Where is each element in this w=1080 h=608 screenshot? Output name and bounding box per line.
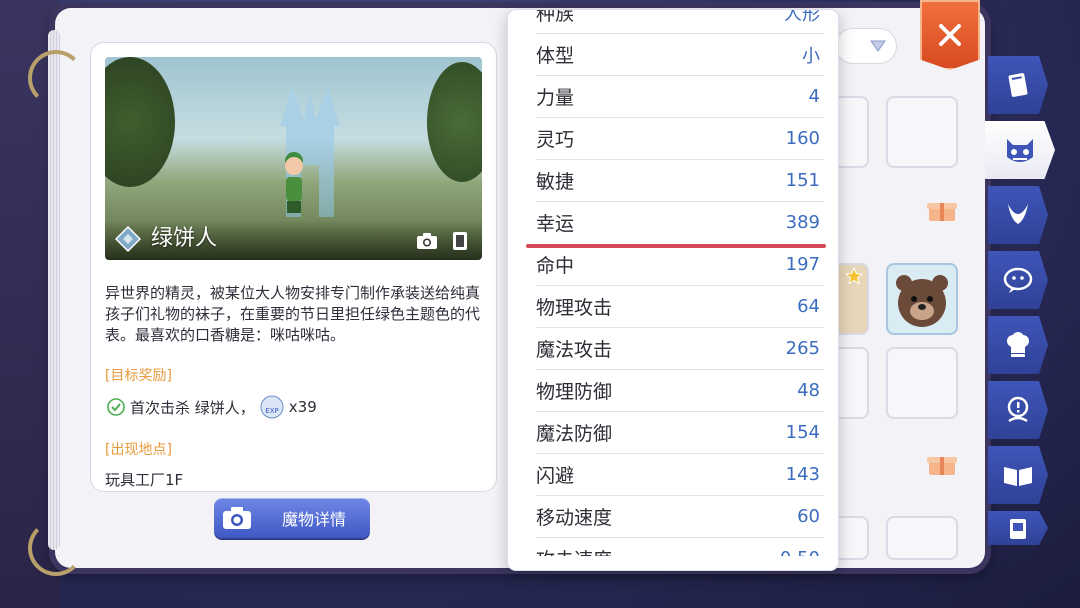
stat-row-size: 体型 小 [536,34,824,76]
reward-line: 首次击杀 绿饼人， EXP x39 [107,395,317,419]
map-pin-icon [1007,396,1029,423]
camera-icon [223,507,251,529]
gift-box-icon[interactable] [927,452,957,476]
stat-label: 命中 [536,255,575,277]
stat-value: 人形 [784,10,820,25]
panel-bottom-edge [508,556,838,570]
monster-detail-label: 魔物详情 [282,510,347,529]
bear-portrait-icon [896,275,948,327]
tab-book[interactable] [988,56,1048,114]
stat-label: 种族 [536,10,575,25]
stat-row-patk: 物理攻击 64 [536,286,824,328]
camera-icon[interactable] [416,232,438,250]
corner-ornament [28,520,84,576]
stat-label: 物理防御 [536,381,613,403]
stat-label: 魔法攻击 [536,339,613,361]
stat-label: 体型 [536,45,575,67]
reward-quantity: x39 [288,398,317,416]
stat-row-luk: 幸运 389 [536,202,824,243]
stat-row-pdef: 物理防御 48 [536,370,824,412]
stat-row-mdef: 魔法防御 154 [536,412,824,454]
stat-label: 力量 [536,87,575,109]
monster-detail-button[interactable]: 魔物详情 [214,498,370,538]
monster-preview-scene: 绿饼人 [105,57,482,260]
stat-value: 4 [808,86,820,107]
chevron-down-icon [870,40,886,52]
stat-row-agi: 敏捷 151 [536,160,824,202]
stat-row-flee: 闪避 143 [536,454,824,496]
monster-slot[interactable] [886,96,958,168]
reward-text: 首次击杀 绿饼人， [130,398,255,417]
stat-row-str: 力量 4 [536,76,824,118]
stat-value: 小 [802,45,820,67]
monster-slot[interactable] [886,516,958,560]
monster-info-card: 绿饼人 异世界的精灵，被某位大人物安排专门制作承装送给纯真孩子们礼物的袜子，在重… [90,42,497,492]
tab-quest[interactable] [988,381,1048,439]
stat-value: 154 [785,422,820,443]
stat-label: 移动速度 [536,507,613,529]
stat-label: 灵巧 [536,129,575,151]
stat-value: 265 [785,338,820,359]
stat-label: 闪避 [536,465,575,487]
stat-row-matk: 魔法攻击 265 [536,328,824,370]
card-icon [1010,519,1026,539]
book-icon [1008,73,1028,97]
stat-value: 64 [797,296,820,317]
horns-icon [1008,204,1028,224]
stat-label: 物理攻击 [536,297,613,319]
stat-row-dex: 灵巧 160 [536,118,824,160]
stat-label: 敏捷 [536,171,575,193]
tab-chat[interactable] [988,251,1048,309]
tab-codex[interactable] [988,446,1048,504]
open-book-icon [1004,467,1032,486]
stat-value: 197 [785,254,820,275]
stat-row-move-speed: 移动速度 60 [536,496,824,538]
monster-model [283,157,305,217]
stat-value: 143 [785,464,820,485]
stat-value: 151 [785,170,820,191]
stat-row-race: 种族 人形 [536,10,824,34]
star-icon [845,267,863,285]
scene-tree [427,62,482,182]
close-button[interactable] [920,0,980,70]
cat-face-icon [1007,139,1033,162]
monster-description: 异世界的精灵，被某位大人物安排专门制作承装送给纯真孩子们礼物的袜子，在重要的节日… [105,284,481,344]
gift-box-icon[interactable] [927,198,957,222]
book-page-edge [48,30,60,550]
reward-section-title: [目标奖励] [105,368,172,384]
stat-label: 魔法防御 [536,423,613,445]
exp-badge-label: EXP [265,407,278,415]
scene-tree [105,57,175,187]
stat-row-hit: 命中 197 [536,244,824,286]
monster-slot-bear[interactable] [886,263,958,335]
chef-hat-icon [1007,332,1029,357]
tab-monster[interactable] [985,121,1055,179]
card-icon[interactable] [452,231,468,251]
stat-value: 160 [785,128,820,149]
element-type-icon [115,226,141,252]
close-x-icon [939,24,961,46]
tab-horns[interactable] [988,186,1048,244]
chat-face-icon [1003,267,1033,293]
filter-dropdown[interactable] [835,28,897,64]
spawn-location: 玩具工厂1F [105,471,184,489]
corner-ornament [28,50,84,106]
monster-stats-panel[interactable]: 种族 人形 体型 小 力量 4 灵巧 160 敏捷 151 幸运 389 命中 … [508,10,838,570]
location-section-title: [出现地点] [105,442,172,458]
stat-value: 48 [797,380,820,401]
check-icon [107,398,125,416]
monster-name: 绿饼人 [151,226,218,251]
exp-icon: EXP [260,395,284,419]
monster-slot[interactable] [886,347,958,419]
stat-value: 389 [785,212,820,233]
tab-cooking[interactable] [988,316,1048,374]
tab-card[interactable] [988,511,1048,545]
stat-label: 幸运 [536,213,575,235]
stat-value: 60 [797,506,820,527]
